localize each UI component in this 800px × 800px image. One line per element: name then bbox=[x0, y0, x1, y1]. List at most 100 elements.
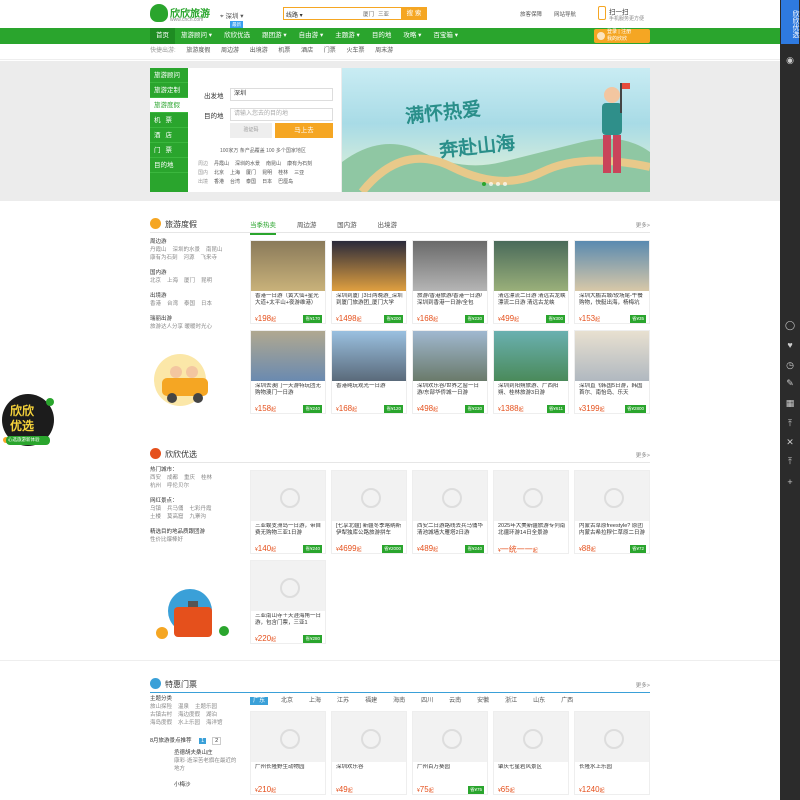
product-card[interactable]: 深圳到阳朔旅游、广西阳朔、桂林旅游3日游 ¥1388起 省¥611 bbox=[493, 330, 569, 414]
product-card[interactable]: 肇庆七星岩风景区 ¥65起 bbox=[493, 711, 569, 795]
product-card[interactable]: 三亚蜈支洲岛一日游，带自费无购物三亚1日游 ¥140起 省¥240 bbox=[250, 470, 326, 554]
qrcode-icon[interactable]: ▦ bbox=[785, 398, 795, 408]
region-tab[interactable]: 上海 bbox=[306, 697, 324, 705]
product-photo[interactable] bbox=[413, 241, 487, 291]
product-card[interactable]: 清远漂流二日游 清远古龙峡漂流二日游 清远古龙峡 ¥499起 省¥300 bbox=[493, 240, 569, 324]
product-card[interactable]: 三亚南山寺＋天涯海角一日游，包含门票，三亚1 ¥220起 省¥280 bbox=[250, 560, 326, 644]
hot-spot-title[interactable]: 小梅沙 bbox=[150, 781, 240, 789]
product-photo[interactable] bbox=[575, 241, 649, 291]
product-card[interactable]: 长隆水上乐园 ¥1240起 bbox=[574, 711, 650, 795]
top-icon[interactable]: ⤒ bbox=[785, 418, 795, 428]
filter-link[interactable]: 日本 bbox=[201, 301, 212, 307]
filter-link[interactable]: 台湾 bbox=[167, 301, 178, 307]
filter-link[interactable]: 土楼 bbox=[150, 514, 161, 520]
product-title[interactable]: 内蒙古草原freestyle? 原团内蒙古希拉穆仁草原二日游 bbox=[579, 523, 647, 544]
wechat-icon[interactable]: ◉ bbox=[785, 55, 795, 65]
image-placeholder-icon[interactable] bbox=[494, 712, 568, 762]
region-tab[interactable]: 江苏 bbox=[334, 697, 352, 705]
product-card[interactable]: 广州长隆野生动物园 ¥210起 bbox=[250, 711, 326, 795]
page-button[interactable]: 2 bbox=[212, 737, 222, 745]
product-title[interactable]: 2025年大美新疆旅游专列南北疆环游14日全景游 bbox=[498, 523, 566, 544]
hot-dest[interactable]: 深圳的水景 bbox=[235, 161, 260, 167]
product-card[interactable]: 旅游/香港旅游/香港一日游/深圳到香港一日游/全包 ¥168起 省¥230 bbox=[412, 240, 488, 324]
product-title[interactable]: [七享北疆] 新疆冬季喀纳斯伊犁独库公路旅游拼车 bbox=[336, 523, 404, 544]
side-item-flight[interactable]: 机票 bbox=[150, 113, 188, 128]
top-link[interactable]: 网站导航 bbox=[554, 12, 576, 18]
filter-link[interactable]: 海岛度假 bbox=[150, 720, 172, 726]
filter-link[interactable]: 北京 bbox=[150, 278, 161, 284]
filter-link[interactable]: 旅山探险 bbox=[150, 704, 172, 710]
hot-dest[interactable]: 三亚 bbox=[294, 170, 304, 176]
nav-theme[interactable]: 主题游 ▾ bbox=[329, 28, 366, 44]
filter-link[interactable]: 昆明 bbox=[201, 278, 212, 284]
hot-dest[interactable]: 南昆山 bbox=[266, 161, 281, 167]
product-title[interactable]: 香港纯玩观光一日游 bbox=[336, 383, 404, 404]
hot-spot-title[interactable]: 丞德胡夫桑山庄 bbox=[150, 749, 240, 757]
quick-link[interactable]: 火车票 bbox=[346, 48, 364, 54]
nav-youxuan[interactable]: 最新 欣欣优选 bbox=[218, 21, 256, 44]
more-link[interactable]: 更多> bbox=[636, 681, 650, 689]
hot-dest[interactable]: 北京 bbox=[214, 170, 224, 176]
pager-dot[interactable] bbox=[503, 182, 507, 186]
region-tab[interactable]: 福建 bbox=[362, 697, 380, 705]
hot-dest[interactable]: 泰国 bbox=[246, 179, 256, 185]
nav-home[interactable]: 首页 bbox=[150, 28, 175, 44]
from-input[interactable]: 深圳 bbox=[230, 88, 333, 101]
filter-link[interactable]: 上海 bbox=[167, 278, 178, 284]
quick-link[interactable]: 门票 bbox=[324, 48, 336, 54]
product-title[interactable]: 深圳到阳朔旅游、广西阳朔、桂林旅游3日游 bbox=[498, 383, 566, 404]
filter-link[interactable]: 古镇古村 bbox=[150, 712, 172, 718]
product-card[interactable]: 西安二日游路线去兵马俑华清池城墙大雁塔2日游 ¥489起 省¥240 bbox=[412, 470, 488, 554]
tab-season-hot[interactable]: 当季热卖 bbox=[250, 222, 276, 235]
float-ad-youxuan[interactable]: 欣欣 优选 心选旅游新体验 bbox=[0, 392, 56, 452]
product-title[interactable]: 西安二日游路线去兵马俑华清池城墙大雁塔2日游 bbox=[417, 523, 485, 544]
region-tab[interactable]: 山东 bbox=[530, 697, 548, 705]
filter-link[interactable]: 丹霞山 bbox=[150, 247, 167, 253]
filter-link[interactable]: 温泉 bbox=[178, 704, 189, 710]
banner-pager[interactable] bbox=[482, 182, 507, 186]
filter-link[interactable]: 九寨沟 bbox=[190, 514, 207, 520]
side-item-destination[interactable]: 目的地 bbox=[150, 158, 188, 173]
plus-icon[interactable]: + bbox=[785, 477, 795, 487]
pager-dot[interactable] bbox=[496, 182, 500, 186]
filter-link[interactable]: 莫高窟 bbox=[167, 514, 184, 520]
heart-icon[interactable]: ♥ bbox=[785, 340, 795, 350]
hot-dest[interactable]: 台湾 bbox=[230, 179, 240, 185]
product-title[interactable]: 深圳欢乐谷/世界之窗一日游/东部华侨城一日游 bbox=[417, 383, 485, 404]
image-placeholder-icon[interactable] bbox=[332, 471, 406, 521]
image-placeholder-icon[interactable] bbox=[413, 471, 487, 521]
tab-outbound[interactable]: 出境游 bbox=[377, 222, 397, 229]
image-placeholder-icon[interactable] bbox=[251, 471, 325, 521]
search-box[interactable]: 线路 ▾ 厦门 三亚 搜 索 bbox=[283, 7, 427, 20]
filter-link[interactable]: 南昆山 bbox=[206, 247, 223, 253]
region-tab[interactable]: 安徽 bbox=[474, 697, 492, 705]
search-type-select[interactable]: 线路 ▾ bbox=[286, 10, 303, 19]
side-item-hotel[interactable]: 酒店 bbox=[150, 128, 188, 143]
side-item-ticket[interactable]: 门票 bbox=[150, 143, 188, 158]
filter-link[interactable]: 旅游达人分享 暖暖时光心 bbox=[150, 324, 212, 330]
hero-banner[interactable]: 满怀热爱 奔赴山海 bbox=[342, 68, 650, 192]
hot-dest[interactable]: 康有为石刻 bbox=[287, 161, 312, 167]
product-title[interactable]: 深圳直飞韩国5日游，韩国首尔、南怡岛、乐天 bbox=[579, 383, 647, 404]
filter-link[interactable]: 海边度假 bbox=[178, 712, 200, 718]
hot-dest[interactable]: 巴厘岛 bbox=[278, 179, 293, 185]
site-logo[interactable]: 欣欣旅游 www.cncn.com bbox=[150, 4, 212, 24]
filter-link[interactable]: 七彩丹霞 bbox=[190, 506, 212, 512]
product-photo[interactable] bbox=[251, 331, 325, 381]
product-card[interactable]: 深圳欢乐谷 ¥49起 bbox=[331, 711, 407, 795]
filter-link[interactable]: 泰国 bbox=[184, 301, 195, 307]
image-placeholder-icon[interactable] bbox=[575, 471, 649, 521]
close-icon[interactable]: ✕ bbox=[785, 437, 795, 447]
hot-dest[interactable]: 厦门 bbox=[246, 170, 256, 176]
user-icon[interactable]: ◯ bbox=[785, 320, 795, 330]
product-card[interactable]: 内蒙古草原freestyle? 原团内蒙古希拉穆仁草原二日游 ¥88起 省¥72 bbox=[574, 470, 650, 554]
filter-link[interactable]: 性价比爆棒好 bbox=[150, 537, 183, 543]
top-link[interactable]: 旅客保障 bbox=[520, 12, 542, 18]
product-photo[interactable] bbox=[575, 331, 649, 381]
nav-group[interactable]: 跟团游 ▾ bbox=[256, 28, 293, 44]
product-card[interactable]: 深圳大鹏古城/较场尾-午餐购物，快艇出海，杨梅坑 ¥153起 省¥35 bbox=[574, 240, 650, 324]
nav-destination[interactable]: 目的地 bbox=[366, 28, 398, 44]
product-photo[interactable] bbox=[413, 331, 487, 381]
product-card[interactable]: 香港一日游（黄大仙+星光大道+太平山+夜游维港） ¥198起 省¥170 bbox=[250, 240, 326, 324]
quick-link[interactable]: 旅游度假 bbox=[186, 48, 210, 54]
